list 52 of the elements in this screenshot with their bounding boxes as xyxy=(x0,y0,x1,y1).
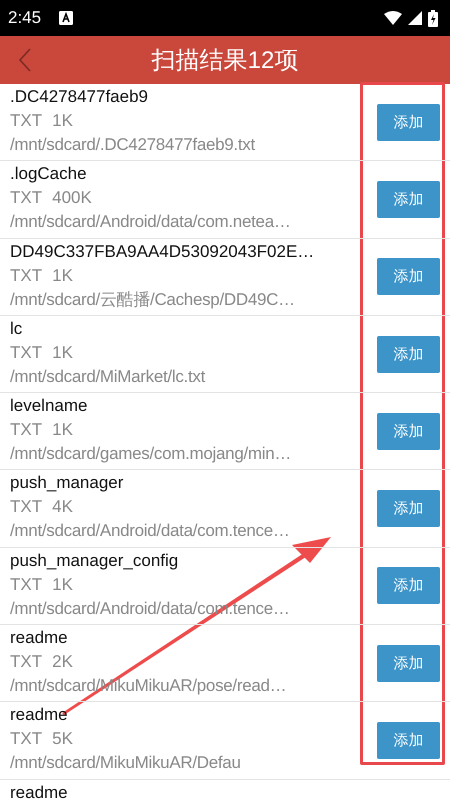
file-path: /mnt/sdcard/games/com.mojang/min… xyxy=(10,444,292,464)
file-type: TXT xyxy=(10,574,42,594)
file-size: 1K xyxy=(52,342,73,362)
notification-icon xyxy=(59,11,74,25)
file-type: TXT xyxy=(10,420,42,440)
file-path: /mnt/sdcard/MikuMikuAR/Defau xyxy=(10,753,242,772)
file-size: 1K xyxy=(52,420,73,440)
file-name: lc xyxy=(10,318,24,338)
file-type: TXT xyxy=(10,729,42,748)
file-type: TXT xyxy=(10,652,42,672)
add-button[interactable]: 添加 xyxy=(377,336,440,373)
add-button[interactable]: 添加 xyxy=(377,412,440,450)
file-name: readme xyxy=(10,782,69,800)
file-size: 4K xyxy=(52,497,73,516)
add-button[interactable]: 添加 xyxy=(377,722,440,760)
file-path: /mnt/sdcard/Android/data/com.tence… xyxy=(10,521,291,540)
file-path: /mnt/sdcard/Android/data/com.netea… xyxy=(10,212,292,232)
file-name: DD49C337FBA9AA4D53092043F02E… xyxy=(10,242,316,261)
file-size: 400K xyxy=(52,188,92,208)
wifi-icon xyxy=(384,11,402,25)
file-name: .logCache xyxy=(10,164,88,184)
add-button[interactable]: 添加 xyxy=(377,104,440,141)
battery-icon xyxy=(428,10,438,26)
add-button[interactable]: 添加 xyxy=(377,258,440,296)
file-type: TXT xyxy=(10,111,42,130)
file-name: readme xyxy=(10,628,69,648)
add-button[interactable]: 添加 xyxy=(377,644,440,682)
file-name: levelname xyxy=(10,396,88,416)
back-button[interactable] xyxy=(18,48,32,72)
file-size: 1K xyxy=(52,111,73,130)
add-button[interactable]: 添加 xyxy=(377,567,440,604)
file-size: 2K xyxy=(52,652,73,672)
file-name: .DC4278477faeb9 xyxy=(10,87,150,106)
signal-icon xyxy=(408,11,422,25)
file-type: TXT xyxy=(10,188,42,208)
file-name: push_manager xyxy=(10,473,124,492)
status-time: 2:45 xyxy=(8,8,42,28)
add-button[interactable]: 添加 xyxy=(377,490,440,528)
file-type: TXT xyxy=(10,342,42,362)
file-type: TXT xyxy=(10,266,42,285)
file-name: push_manager_config xyxy=(10,550,180,570)
file-path: /mnt/sdcard/MiMarket/lc.txt xyxy=(10,366,206,386)
file-size: 5K xyxy=(52,729,73,748)
file-size: 1K xyxy=(52,266,73,285)
file-path: /mnt/sdcard/云酷播/Cachesp/DD49C… xyxy=(10,290,296,309)
screen-title: 扫描结果12项 xyxy=(152,46,298,76)
file-path: /mnt/sdcard/.DC4278477faeb9.txt xyxy=(10,135,256,154)
file-name: readme xyxy=(10,705,69,724)
file-size: 1K xyxy=(52,574,73,594)
file-type: TXT xyxy=(10,497,42,516)
back-icon xyxy=(18,48,32,72)
add-button[interactable]: 添加 xyxy=(377,180,440,218)
